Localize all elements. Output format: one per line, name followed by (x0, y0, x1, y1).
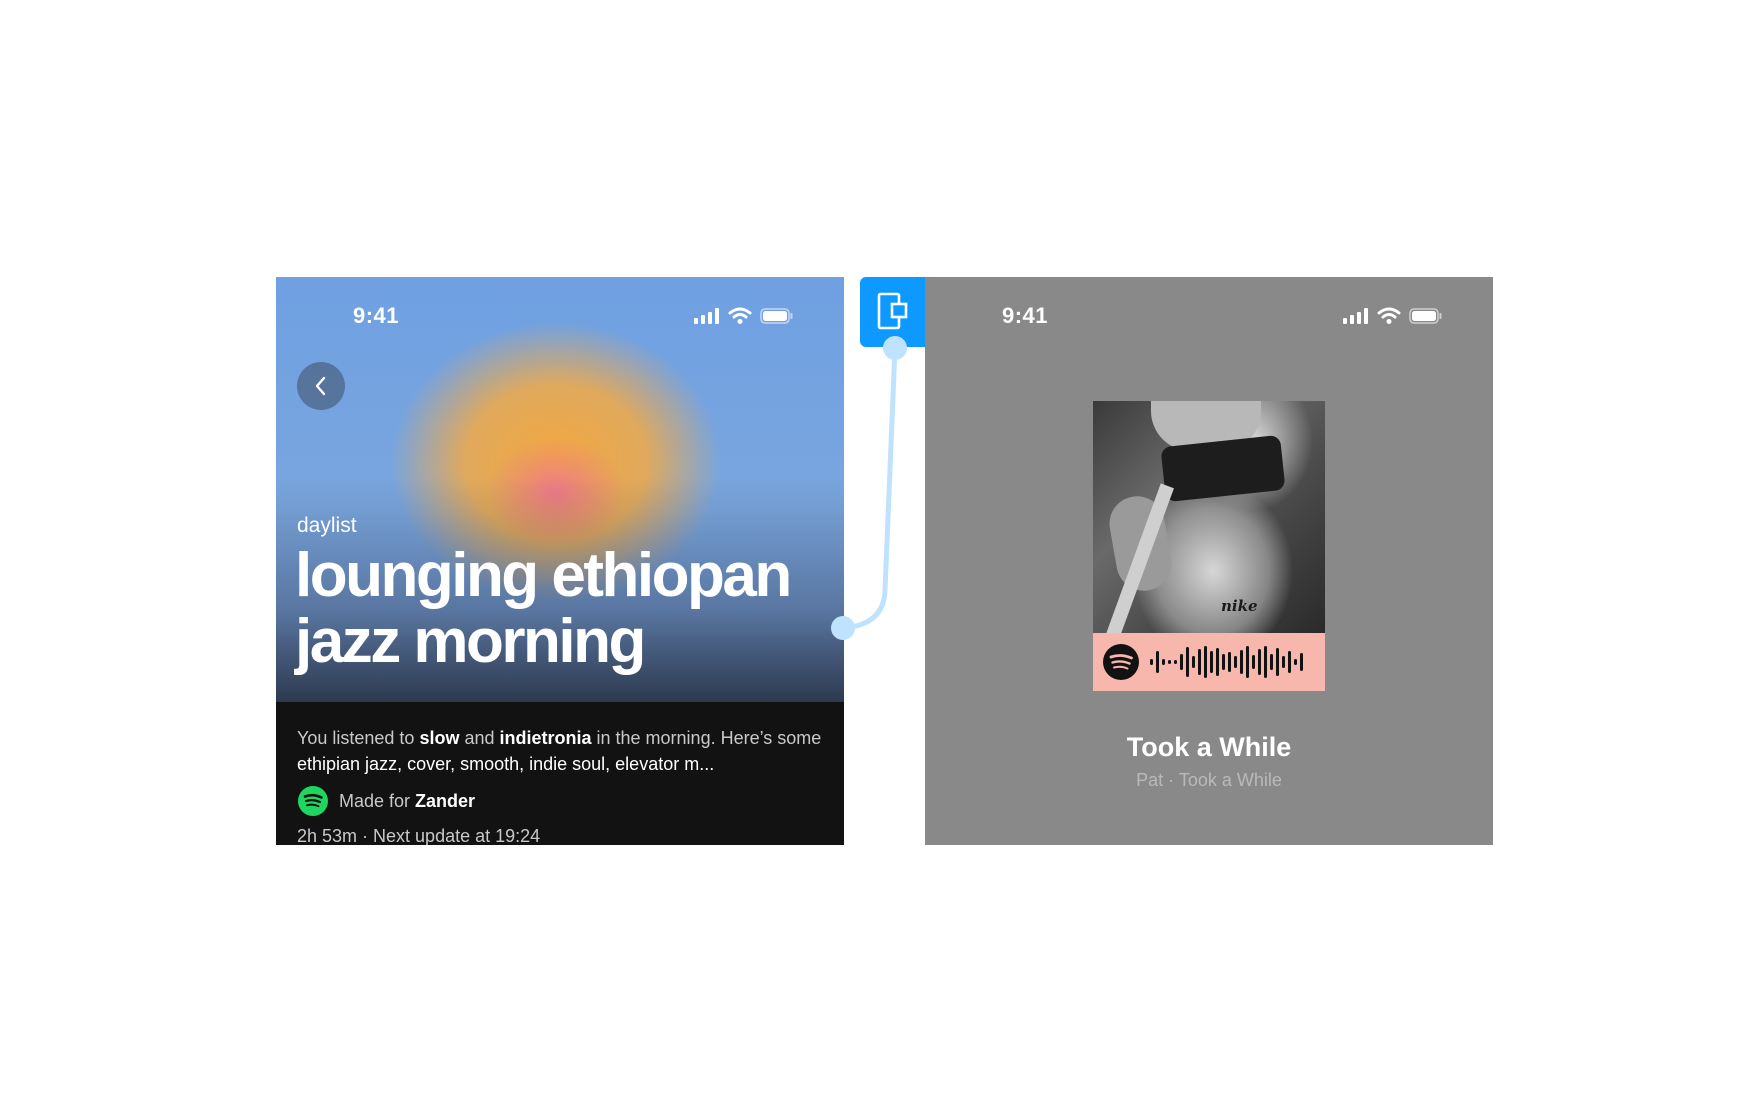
wifi-icon (728, 307, 752, 324)
made-for-label: Made for Zander (339, 791, 475, 812)
cellular-signal-icon (694, 308, 719, 324)
playlist-title: lounging ethiopan jazz morning (295, 541, 792, 676)
spotify-code-icon (1103, 644, 1303, 680)
album-cover: nike (1093, 401, 1325, 633)
cellular-signal-icon (1343, 308, 1368, 324)
description-text: in the morning. Here’s some (591, 728, 822, 748)
status-icons (1343, 307, 1443, 325)
nike-logo-icon: nike (1221, 597, 1258, 615)
track-subtitle: Pat · Took a While (1136, 770, 1282, 790)
status-bar: 9:41 (276, 277, 844, 357)
made-for-user[interactable]: Zander (415, 791, 475, 811)
description-text: You listened to (297, 728, 420, 748)
chevron-left-icon (315, 376, 326, 396)
status-bar: 9:41 (925, 277, 1493, 357)
spotify-scannable-code (1093, 633, 1325, 691)
spotify-code-card[interactable]: nike (1093, 401, 1325, 691)
playlist-meta: 2h 53m · Next update at 19:24 (297, 826, 541, 845)
made-for-prefix: Made for (339, 790, 416, 811)
playlist-info: You listened to slow and indietronia in … (297, 725, 827, 845)
prototype-connection-badge[interactable] (860, 277, 925, 347)
genre-highlight: indietronia (499, 728, 592, 748)
spotify-code-screen: 9:41 nike Took a While Pat · Took a Whil… (925, 277, 1493, 845)
prototype-connection-line (831, 336, 907, 640)
back-button[interactable] (297, 362, 345, 410)
cover-dark-band (1160, 434, 1286, 503)
track-title: Took a While (1126, 732, 1292, 762)
description-text: and (459, 728, 500, 748)
daylist-screen: 9:41 daylist lounging ethiopan jazz morn… (276, 277, 844, 845)
playlist-type-label: daylist (297, 514, 357, 537)
made-for-row: Made for Zander (297, 785, 827, 817)
spotify-logo-icon (298, 786, 328, 816)
status-time: 9:41 (353, 303, 400, 328)
status-time: 9:41 (1002, 303, 1049, 328)
prototype-connection-icon (877, 292, 907, 330)
wifi-icon (1377, 307, 1401, 324)
battery-icon (760, 308, 793, 324)
battery-icon (1409, 308, 1442, 324)
status-icons (694, 307, 794, 325)
description-tags: ethipian jazz, cover, smooth, indie soul… (297, 754, 715, 774)
genre-highlight: slow (419, 728, 460, 748)
playlist-description: You listened to slow and indietronia in … (297, 725, 827, 777)
